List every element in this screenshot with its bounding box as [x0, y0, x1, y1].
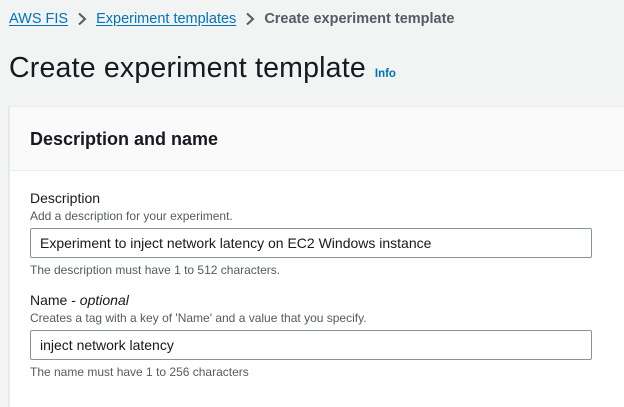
page-title: Create experiment template — [9, 52, 366, 84]
description-label: Description — [30, 190, 101, 206]
description-and-name-panel: Description and name Description Add a d… — [9, 106, 624, 407]
description-field: Description Add a description for your e… — [30, 190, 592, 277]
name-constraint-text: The name must have 1 to 256 characters — [30, 365, 249, 379]
info-link[interactable]: Info — [375, 68, 396, 80]
description-constraint-text: The description must have 1 to 512 chara… — [30, 263, 281, 277]
chevron-right-icon — [68, 9, 96, 29]
panel-title: Description and name — [30, 129, 219, 149]
page-header: Create experiment template Info — [9, 52, 396, 85]
chevron-right-icon — [236, 9, 264, 29]
breadcrumb-current: Create experiment template — [264, 11, 455, 27]
name-label-optional: optional — [79, 292, 129, 308]
breadcrumb-aws-fis[interactable]: AWS FIS — [9, 11, 68, 27]
description-help-text: Add a description for your experiment. — [30, 209, 233, 223]
breadcrumb-experiment-templates[interactable]: Experiment templates — [96, 11, 236, 27]
panel-header: Description and name — [10, 107, 624, 171]
name-label: Name - optional — [30, 292, 592, 308]
name-field: Name - optional Creates a tag with a key… — [30, 292, 592, 379]
breadcrumb: AWS FIS Experiment templates Create expe… — [9, 9, 455, 29]
name-input[interactable] — [30, 330, 592, 360]
name-label-text: Name - — [30, 292, 80, 308]
name-help-text: Creates a tag with a key of 'Name' and a… — [30, 311, 367, 325]
description-input[interactable] — [30, 228, 592, 258]
